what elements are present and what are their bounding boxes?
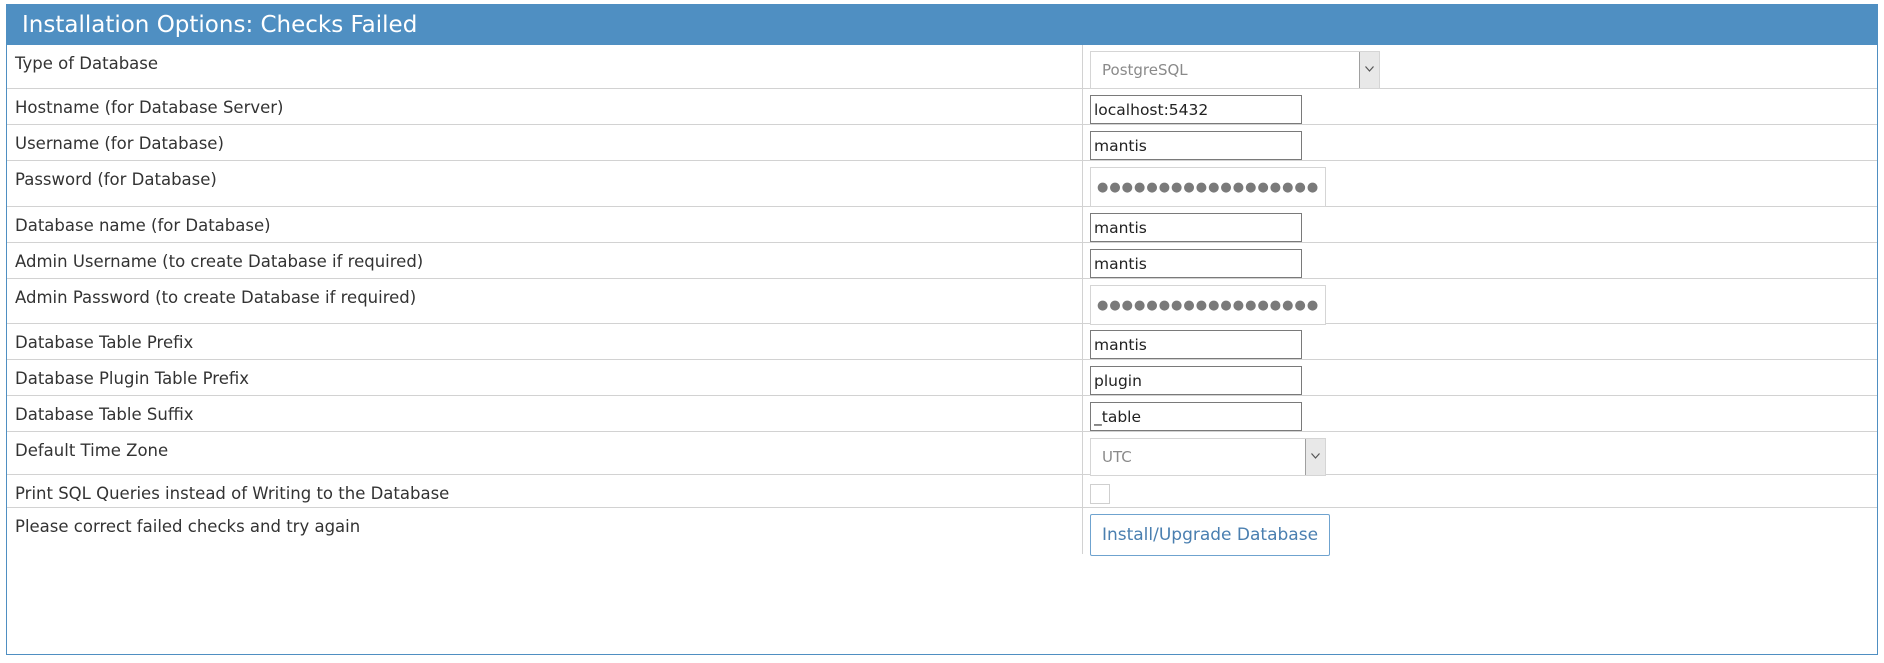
chevron-down-icon[interactable] [1305,439,1325,475]
table-prefix-input[interactable] [1090,330,1302,359]
timezone-label: Default Time Zone [7,432,1083,474]
row-hostname: Hostname (for Database Server) [7,88,1877,124]
db-type-selected: PostgreSQL [1102,61,1188,79]
admin-password-input[interactable] [1090,285,1326,325]
installation-options-panel: Installation Options: Checks Failed Type… [6,4,1878,655]
install-upgrade-button[interactable]: Install/Upgrade Database [1090,514,1330,556]
row-db-type: Type of Database PostgreSQL [7,45,1877,89]
table-prefix-label: Database Table Prefix [7,324,1083,359]
plugin-prefix-label: Database Plugin Table Prefix [7,360,1083,395]
row-db-name: Database name (for Database) [7,206,1877,242]
hostname-label: Hostname (for Database Server) [7,89,1083,124]
table-suffix-label: Database Table Suffix [7,396,1083,431]
chevron-down-icon[interactable] [1359,52,1379,88]
db-name-label: Database name (for Database) [7,207,1083,242]
username-label: Username (for Database) [7,125,1083,160]
row-print-sql: Print SQL Queries instead of Writing to … [7,474,1877,507]
db-type-select[interactable]: PostgreSQL [1090,51,1380,89]
username-input[interactable] [1090,131,1302,160]
hostname-input[interactable] [1090,95,1302,124]
row-submit: Please correct failed checks and try aga… [7,507,1877,556]
print-sql-checkbox[interactable] [1090,484,1110,504]
table-suffix-input[interactable] [1090,402,1302,431]
password-label: Password (for Database) [7,161,1083,206]
row-plugin-prefix: Database Plugin Table Prefix [7,359,1877,395]
timezone-select[interactable]: UTC [1090,438,1326,476]
row-admin-password: Admin Password (to create Database if re… [7,278,1877,325]
row-timezone: Default Time Zone UTC [7,431,1877,476]
row-table-prefix: Database Table Prefix [7,323,1877,359]
admin-username-label: Admin Username (to create Database if re… [7,243,1083,278]
admin-username-input[interactable] [1090,249,1302,278]
admin-password-label: Admin Password (to create Database if re… [7,279,1083,323]
panel-title: Installation Options: Checks Failed [7,5,1877,45]
plugin-prefix-input[interactable] [1090,366,1302,395]
db-type-label: Type of Database [7,45,1083,88]
row-table-suffix: Database Table Suffix [7,395,1877,431]
timezone-selected: UTC [1102,448,1132,466]
row-password: Password (for Database) [7,160,1877,207]
db-name-input[interactable] [1090,213,1302,242]
options-table: Type of Database PostgreSQL Hostname (fo… [7,45,1877,556]
submit-hint-label: Please correct failed checks and try aga… [7,508,1083,554]
row-username: Username (for Database) [7,124,1877,160]
row-admin-username: Admin Username (to create Database if re… [7,242,1877,278]
password-input[interactable] [1090,167,1326,207]
print-sql-label: Print SQL Queries instead of Writing to … [7,475,1083,507]
